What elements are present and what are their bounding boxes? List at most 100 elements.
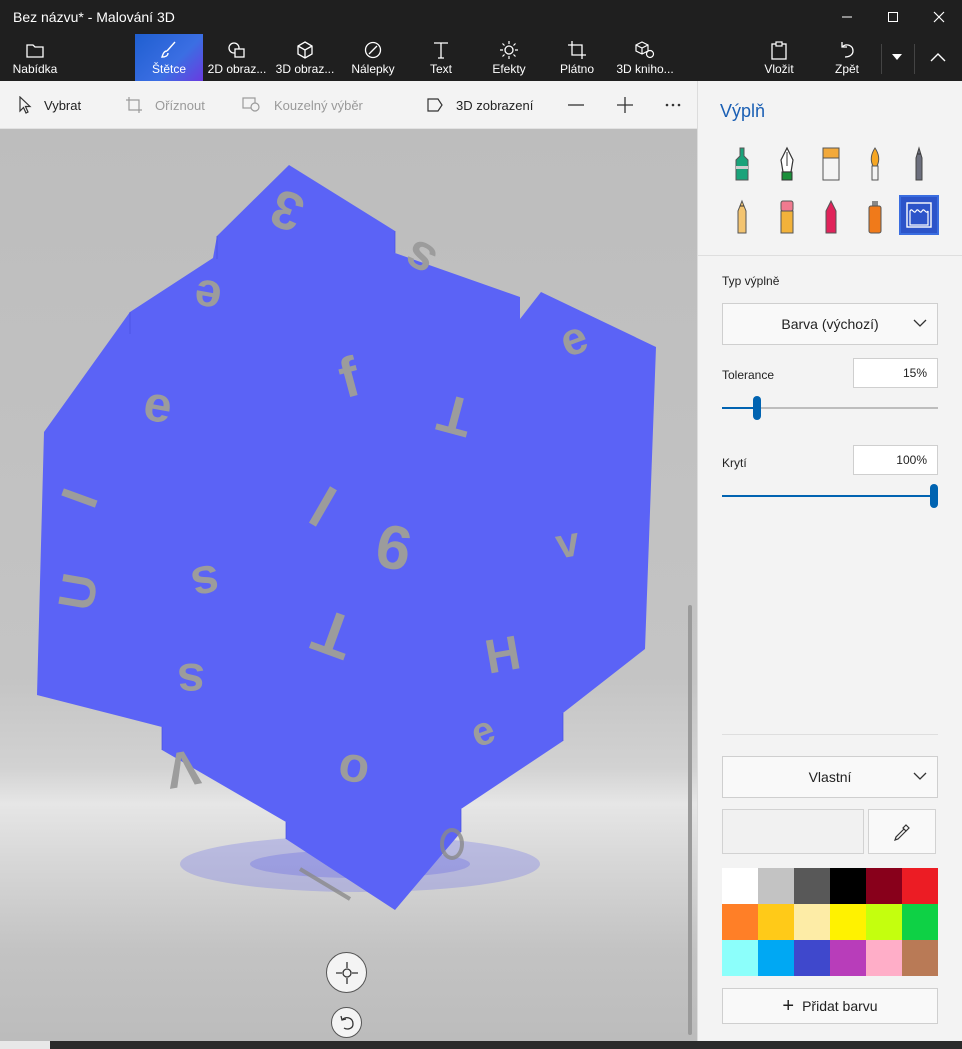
clipboard-icon xyxy=(770,40,788,60)
tolerance-input[interactable]: 15% xyxy=(853,358,938,388)
eraser-brush[interactable] xyxy=(767,197,807,237)
panel-divider xyxy=(722,734,938,735)
opacity-slider-thumb[interactable] xyxy=(930,484,938,508)
crayon-brush[interactable] xyxy=(811,197,851,237)
menu-button[interactable]: Nabídka xyxy=(0,34,70,81)
tab-brushes[interactable]: Štětce xyxy=(135,34,203,81)
minimize-button[interactable] xyxy=(824,0,870,34)
tab-2d-shapes-label: 2D obraz... xyxy=(207,61,267,76)
close-button[interactable] xyxy=(916,0,962,34)
tab-3d-shapes[interactable]: 3D obraz... xyxy=(271,34,339,81)
collapse-ribbon-button[interactable] xyxy=(916,34,960,81)
cube-icon xyxy=(295,40,315,60)
tab-3d-library[interactable]: 3D kniho... xyxy=(611,34,679,81)
crop-button[interactable]: Oříznout xyxy=(125,81,205,129)
crop-label: Oříznout xyxy=(155,97,205,113)
color-swatch[interactable] xyxy=(794,940,830,976)
pencil-brush[interactable] xyxy=(722,197,762,237)
color-swatch[interactable] xyxy=(902,904,938,940)
magic-select-label: Kouzelný výběr xyxy=(274,97,363,113)
more-options-button[interactable] xyxy=(665,81,693,129)
3d-view-label: 3D zobrazení xyxy=(456,97,534,113)
color-swatch[interactable] xyxy=(866,868,902,904)
opacity-label: Krytí xyxy=(722,456,747,470)
3d-canvas[interactable]: 3 s e e f T e l v I 9 s T H s o e V U xyxy=(0,129,697,1041)
zoom-in-button[interactable] xyxy=(617,81,645,129)
color-mode-dropdown[interactable]: Vlastní xyxy=(722,756,938,798)
magic-select-button[interactable]: Kouzelný výběr xyxy=(242,81,363,129)
chevron-up-icon xyxy=(930,47,946,67)
rotate-button[interactable] xyxy=(331,1007,362,1038)
more-icon xyxy=(665,103,681,107)
spray-can-brush[interactable] xyxy=(855,197,895,237)
taskbar-start-area xyxy=(0,1041,50,1049)
pixel-pen-brush[interactable] xyxy=(899,144,939,184)
menu-label: Nabídka xyxy=(12,61,58,76)
color-swatch[interactable] xyxy=(722,868,758,904)
vertical-scrollbar[interactable] xyxy=(688,605,692,1035)
color-swatch[interactable] xyxy=(758,904,794,940)
undo-icon xyxy=(838,40,856,60)
zoom-out-button[interactable] xyxy=(568,81,596,129)
add-color-button[interactable]: + Přidat barvu xyxy=(722,988,938,1024)
tab-brushes-label: Štětce xyxy=(151,61,187,76)
tab-2d-shapes[interactable]: 2D obraz... xyxy=(203,34,271,81)
color-swatch[interactable] xyxy=(758,940,794,976)
color-swatch[interactable] xyxy=(830,904,866,940)
3d-view-icon xyxy=(427,98,443,112)
window-title: Bez názvu* - Malování 3D xyxy=(13,9,175,25)
maximize-button[interactable] xyxy=(870,0,916,34)
opacity-input[interactable]: 100% xyxy=(853,445,938,475)
crop-icon xyxy=(126,97,142,113)
oil-brush[interactable] xyxy=(811,144,851,184)
fill-type-label: Typ výplně xyxy=(722,274,780,288)
eyedropper-button[interactable] xyxy=(868,809,936,854)
tab-effects[interactable]: Efekty xyxy=(475,34,543,81)
color-swatch[interactable] xyxy=(830,940,866,976)
watercolor-brush[interactable] xyxy=(855,144,895,184)
scene-svg: 3 s e e f T e l v I 9 s T H s o e V U xyxy=(37,165,656,910)
select-button[interactable]: Vybrat xyxy=(18,81,81,129)
tab-3d-shapes-label: 3D obraz... xyxy=(275,61,335,76)
undo-button[interactable]: Zpět xyxy=(818,34,876,81)
opacity-slider[interactable] xyxy=(722,484,938,508)
rotate-3d-button[interactable] xyxy=(326,952,367,993)
color-swatch[interactable] xyxy=(722,940,758,976)
pencil-icon xyxy=(737,199,747,234)
undo-label: Zpět xyxy=(834,61,859,76)
sun-icon xyxy=(499,40,519,60)
paste-label: Vložit xyxy=(764,61,794,76)
tab-effects-label: Efekty xyxy=(492,61,526,76)
text-icon xyxy=(432,40,450,60)
history-dropdown-button[interactable] xyxy=(884,34,910,81)
color-swatch[interactable] xyxy=(722,904,758,940)
tab-stickers-label: Nálepky xyxy=(351,61,395,76)
paste-button[interactable]: Vložit xyxy=(750,34,808,81)
tolerance-slider-thumb[interactable] xyxy=(753,396,761,420)
tab-3d-library-label: 3D kniho... xyxy=(616,61,674,76)
tab-canvas[interactable]: Plátno xyxy=(543,34,611,81)
color-swatch[interactable] xyxy=(758,868,794,904)
color-swatch[interactable] xyxy=(902,868,938,904)
fill-bucket-brush[interactable] xyxy=(899,195,939,235)
color-swatch[interactable] xyxy=(902,940,938,976)
color-swatch[interactable] xyxy=(794,868,830,904)
chevron-down-icon xyxy=(913,772,927,780)
fill-panel: Výplň Typ výplně Barva (výchozí) Toleran… xyxy=(697,81,962,1041)
color-swatch[interactable] xyxy=(830,868,866,904)
ribbon-separator xyxy=(914,44,915,74)
color-swatch[interactable] xyxy=(794,904,830,940)
calligraphy-pen-brush[interactable] xyxy=(767,144,807,184)
cube-glyph: s xyxy=(177,653,205,709)
tolerance-slider[interactable] xyxy=(722,396,938,420)
tab-stickers[interactable]: Nálepky xyxy=(339,34,407,81)
magic-select-icon xyxy=(242,97,260,112)
color-swatch[interactable] xyxy=(866,940,902,976)
3d-view-button[interactable]: 3D zobrazení xyxy=(426,81,533,129)
color-swatch[interactable] xyxy=(866,904,902,940)
tab-text[interactable]: Text xyxy=(407,34,475,81)
ribbon: Nabídka Štětce 2D obraz... 3D obraz... N… xyxy=(0,34,962,81)
rotate-3d-icon xyxy=(335,961,358,984)
marker-brush[interactable] xyxy=(722,144,762,184)
fill-type-dropdown[interactable]: Barva (výchozí) xyxy=(722,303,938,345)
